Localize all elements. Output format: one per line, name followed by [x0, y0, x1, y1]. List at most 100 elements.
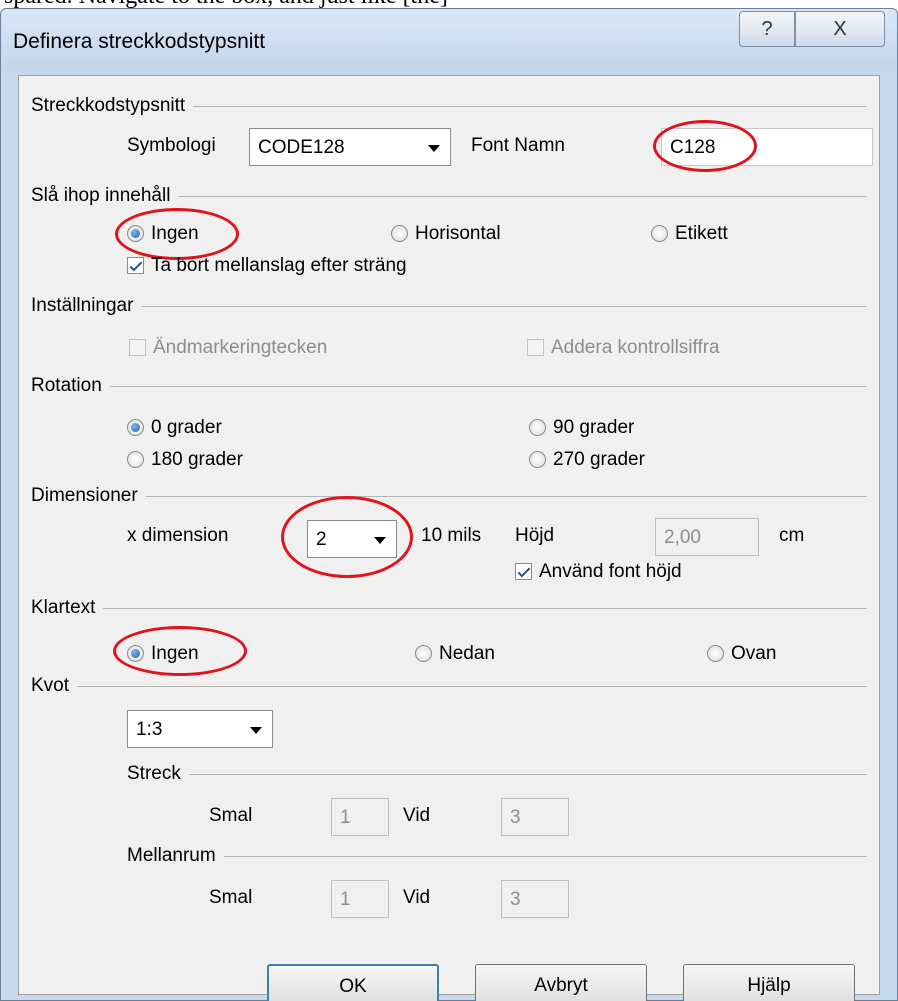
- bar-narrow-value: 1: [340, 807, 351, 828]
- x-dimension-unit: 10 mils: [421, 525, 482, 546]
- height-value: 2,00: [664, 527, 701, 548]
- group-rotation: Rotation: [31, 374, 867, 398]
- checkbox-indicator: [127, 257, 144, 274]
- radio-indicator: [391, 225, 408, 242]
- radio-indicator: [707, 645, 724, 662]
- space-narrow-input[interactable]: 1: [331, 880, 389, 918]
- rotation-radio-90[interactable]: 90 grader: [529, 416, 669, 440]
- help-button[interactable]: Hjälp: [683, 964, 855, 1001]
- radio-indicator: [415, 645, 432, 662]
- radio-indicator: [127, 451, 144, 468]
- group-settings: Inställningar: [31, 294, 867, 318]
- group-label-ratio: Kvot: [31, 674, 78, 698]
- group-separator: [127, 856, 867, 857]
- group-separator: [31, 608, 867, 609]
- group-separator: [31, 386, 867, 387]
- title-bar[interactable]: Definera streckkodstypsnitt ? X: [1, 9, 897, 71]
- checkbox-indicator: [515, 563, 532, 580]
- help-title-button[interactable]: ?: [739, 11, 795, 47]
- group-merge-content: Slå ihop innehåll: [31, 184, 867, 208]
- checkbox-indicator: [527, 339, 544, 356]
- group-label-settings: Inställningar: [31, 294, 142, 318]
- checkbox-label: Addera kontrollsiffra: [551, 337, 720, 358]
- rotation-radio-0[interactable]: 0 grader: [127, 416, 257, 440]
- dialog-body: Streckkodstypsnitt Symbologi CODE128 Fon…: [18, 75, 880, 1001]
- x-dimension-label: x dimension: [127, 525, 229, 546]
- remove-spaces-checkbox[interactable]: Ta bort mellanslag efter sträng: [127, 254, 457, 278]
- plain-text-radio-below[interactable]: Nedan: [415, 642, 525, 666]
- radio-indicator: [529, 419, 546, 436]
- space-wide-input[interactable]: 3: [501, 880, 569, 918]
- merge-radio-label[interactable]: Etikett: [651, 222, 761, 246]
- radio-indicator: [127, 419, 144, 436]
- group-label-barcode-font: Streckkodstypsnitt: [31, 94, 194, 118]
- checkbox-indicator: [129, 339, 146, 356]
- group-separator: [31, 496, 867, 497]
- group-bar: Streck: [127, 762, 867, 786]
- radio-label: 0 grader: [151, 417, 222, 438]
- rotation-radio-270[interactable]: 270 grader: [529, 448, 679, 472]
- radio-label: Horisontal: [415, 223, 501, 244]
- cancel-button[interactable]: Avbryt: [475, 964, 647, 1001]
- bar-wide-label: Vid: [403, 805, 431, 826]
- symbology-value: CODE128: [258, 137, 345, 158]
- group-label-rotation: Rotation: [31, 374, 110, 398]
- rotation-radio-180[interactable]: 180 grader: [127, 448, 277, 472]
- space-wide-label: Vid: [403, 887, 431, 908]
- radio-label: Nedan: [439, 643, 495, 664]
- group-label-plain-text: Klartext: [31, 596, 104, 620]
- bar-wide-value: 3: [510, 807, 521, 828]
- chevron-down-icon: [428, 145, 440, 152]
- radio-indicator: [529, 451, 546, 468]
- radio-label: 90 grader: [553, 417, 635, 438]
- checkbox-label: Använd font höjd: [539, 561, 682, 582]
- group-plain-text: Klartext: [31, 596, 867, 620]
- plain-text-radio-above[interactable]: Ovan: [707, 642, 807, 666]
- highlight-ring: [281, 496, 413, 578]
- close-icon: X: [833, 18, 847, 40]
- highlight-ring: [115, 208, 239, 260]
- group-separator: [127, 774, 867, 775]
- chevron-down-icon: [250, 727, 262, 734]
- space-wide-value: 3: [510, 889, 521, 910]
- ok-button[interactable]: OK: [267, 964, 439, 1001]
- merge-radio-horizontal[interactable]: Horisontal: [391, 222, 531, 246]
- check-digit-checkbox[interactable]: Addera kontrollsiffra: [527, 336, 767, 360]
- ratio-select[interactable]: 1:3: [127, 710, 273, 748]
- bar-wide-input[interactable]: 3: [501, 798, 569, 836]
- checkbox-label: Ändmarkeringtecken: [153, 337, 328, 358]
- group-separator: [31, 686, 867, 687]
- end-marker-checkbox[interactable]: Ändmarkeringtecken: [129, 336, 379, 360]
- ratio-value: 1:3: [136, 719, 163, 740]
- use-font-height-checkbox[interactable]: Använd font höjd: [515, 560, 725, 584]
- symbology-label: Symbologi: [127, 135, 216, 156]
- font-name-label: Font Namn: [471, 135, 565, 156]
- group-label-merge-content: Slå ihop innehåll: [31, 184, 179, 208]
- height-label: Höjd: [515, 525, 555, 546]
- group-ratio: Kvot: [31, 674, 867, 698]
- group-barcode-font: Streckkodstypsnitt: [31, 94, 867, 118]
- height-unit: cm: [779, 525, 805, 546]
- space-narrow-label: Smal: [209, 887, 253, 908]
- bar-narrow-input[interactable]: 1: [331, 798, 389, 836]
- dialog-title: Definera streckkodstypsnitt: [13, 30, 266, 53]
- space-narrow-value: 1: [340, 889, 351, 910]
- radio-label: Etikett: [675, 223, 728, 244]
- radio-indicator: [651, 225, 668, 242]
- group-label-bar: Streck: [127, 762, 189, 786]
- highlight-ring: [653, 120, 757, 172]
- radio-label: 180 grader: [151, 449, 243, 470]
- checkbox-label: Ta bort mellanslag efter sträng: [151, 255, 407, 276]
- question-mark-icon: ?: [761, 18, 773, 40]
- group-label-space: Mellanrum: [127, 844, 224, 868]
- symbology-select[interactable]: CODE128: [249, 128, 451, 166]
- dialog-window: Definera streckkodstypsnitt ? X Streckko…: [0, 8, 898, 1001]
- radio-label: 270 grader: [553, 449, 645, 470]
- height-input[interactable]: 2,00: [655, 518, 759, 556]
- radio-label: Ovan: [731, 643, 777, 664]
- group-space: Mellanrum: [127, 844, 867, 868]
- group-separator: [31, 306, 867, 307]
- bar-narrow-label: Smal: [209, 805, 253, 826]
- group-label-dimensions: Dimensioner: [31, 484, 146, 508]
- close-title-button[interactable]: X: [795, 11, 885, 47]
